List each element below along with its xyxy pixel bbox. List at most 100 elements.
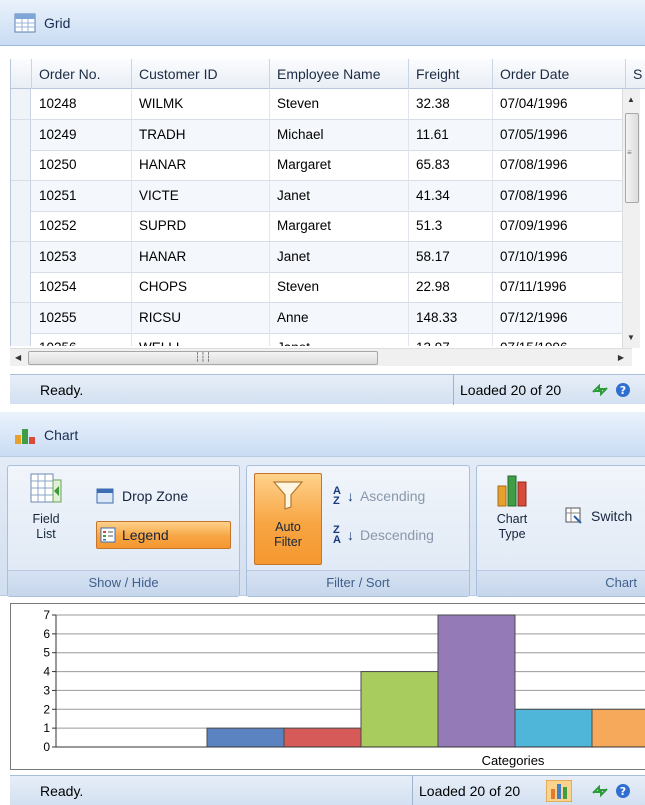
help-icon[interactable]: ?	[615, 382, 631, 398]
cell-order-no[interactable]: 10248	[32, 89, 132, 119]
cell-employee-name[interactable]: Janet	[270, 241, 409, 272]
cell-customer-id[interactable]: HANAR	[132, 241, 270, 272]
column-header-freight[interactable]: Freight	[409, 59, 493, 89]
cell-order-no[interactable]: 10256	[32, 333, 132, 346]
y-tick-label: 0	[43, 740, 50, 754]
vertical-scroll-thumb[interactable]	[625, 113, 639, 203]
bar[interactable]	[206, 727, 285, 748]
bar[interactable]	[437, 614, 516, 748]
column-header-order-date[interactable]: Order Date	[493, 59, 626, 89]
cell-employee-name[interactable]: Steven	[270, 272, 409, 302]
cell-freight[interactable]: 32.38	[409, 89, 493, 119]
cell-order-date[interactable]: 07/11/1996	[493, 272, 626, 302]
sort-ascending-button[interactable]: A Z ↓ Ascending	[333, 482, 425, 510]
field-list-button[interactable]: Field List	[16, 472, 76, 542]
cell-freight[interactable]: 65.83	[409, 150, 493, 180]
scroll-up-arrow-icon[interactable]: ▲	[627, 95, 635, 104]
row-selector[interactable]	[11, 180, 31, 211]
table-row[interactable]: 10250 HANAR Margaret 65.83 07/08/1996	[11, 150, 626, 181]
cell-customer-id[interactable]: VICTE	[132, 180, 270, 211]
cell-employee-name[interactable]: Margaret	[270, 150, 409, 180]
cell-order-no[interactable]: 10255	[32, 302, 132, 333]
table-row[interactable]: 10248 WILMK Steven 32.38 07/04/1996	[11, 89, 626, 120]
cell-order-date[interactable]: 07/09/1996	[493, 211, 626, 241]
row-selector[interactable]	[11, 272, 31, 302]
table-row[interactable]: 10252 SUPRD Margaret 51.3 07/09/1996	[11, 211, 626, 242]
x-axis-label: Categories	[482, 753, 545, 768]
table-row[interactable]: 10251 VICTE Janet 41.34 07/08/1996	[11, 180, 626, 212]
cell-customer-id[interactable]: HANAR	[132, 150, 270, 180]
refresh-icon[interactable]	[591, 382, 609, 398]
cell-freight[interactable]: 11.61	[409, 119, 493, 150]
horizontal-scroll-thumb[interactable]: ┆┆┆	[28, 351, 378, 365]
data-grid[interactable]: Order No. Customer ID Employee Name Frei…	[10, 59, 645, 346]
cell-order-no[interactable]: 10249	[32, 119, 132, 150]
legend-button[interactable]: Legend	[96, 521, 231, 549]
cell-customer-id[interactable]: WELLI	[132, 333, 270, 346]
cell-order-date[interactable]: 07/08/1996	[493, 150, 626, 180]
cell-customer-id[interactable]: TRADH	[132, 119, 270, 150]
row-selector[interactable]	[11, 150, 31, 180]
row-selector[interactable]	[11, 89, 31, 119]
cell-order-date[interactable]: 07/08/1996	[493, 180, 626, 211]
cell-order-date[interactable]: 07/10/1996	[493, 241, 626, 272]
row-selector[interactable]	[11, 241, 31, 272]
cell-order-no[interactable]: 10251	[32, 180, 132, 211]
cell-customer-id[interactable]: SUPRD	[132, 211, 270, 241]
column-header-partial[interactable]: S	[626, 59, 645, 89]
cell-order-date[interactable]: 07/04/1996	[493, 89, 626, 119]
cell-employee-name[interactable]: Janet	[270, 333, 409, 346]
cell-order-date[interactable]: 07/12/1996	[493, 302, 626, 333]
cell-employee-name[interactable]: Margaret	[270, 211, 409, 241]
column-header-employee-name[interactable]: Employee Name	[270, 59, 409, 89]
scroll-right-arrow-icon[interactable]: ▶	[618, 353, 624, 362]
vertical-scrollbar[interactable]: ▲ ≡ ▼	[622, 89, 640, 348]
cell-order-no[interactable]: 10252	[32, 211, 132, 241]
cell-freight[interactable]: 51.3	[409, 211, 493, 241]
row-selector[interactable]	[11, 302, 31, 333]
cell-customer-id[interactable]: CHOPS	[132, 272, 270, 302]
row-selector[interactable]	[11, 211, 31, 241]
bar[interactable]	[283, 727, 362, 748]
sort-descending-button[interactable]: Z A ↓ Descending	[333, 521, 434, 549]
chart-view-icon[interactable]	[546, 780, 572, 802]
row-selector[interactable]	[11, 333, 31, 346]
row-selector[interactable]	[11, 119, 31, 150]
cell-order-no[interactable]: 10250	[32, 150, 132, 180]
drop-zone-button[interactable]: Drop Zone	[96, 482, 188, 510]
cell-employee-name[interactable]: Anne	[270, 302, 409, 333]
help-icon[interactable]: ?	[615, 783, 631, 799]
table-row[interactable]: 10249 TRADH Michael 11.61 07/05/1996	[11, 119, 626, 151]
cell-employee-name[interactable]: Steven	[270, 89, 409, 119]
cell-freight[interactable]: 13.97	[409, 333, 493, 346]
cell-freight[interactable]: 148.33	[409, 302, 493, 333]
table-row[interactable]: 10255 RICSU Anne 148.33 07/12/1996	[11, 302, 626, 334]
scroll-grip-icon: ≡	[627, 148, 632, 157]
scroll-down-arrow-icon[interactable]: ▼	[627, 333, 635, 342]
column-header-customer-id[interactable]: Customer ID	[132, 59, 270, 89]
cell-order-no[interactable]: 10253	[32, 241, 132, 272]
cell-customer-id[interactable]: WILMK	[132, 89, 270, 119]
cell-employee-name[interactable]: Janet	[270, 180, 409, 211]
cell-freight[interactable]: 58.17	[409, 241, 493, 272]
bar[interactable]	[360, 671, 439, 748]
bar[interactable]	[591, 708, 645, 748]
table-row[interactable]: 10254 CHOPS Steven 22.98 07/11/1996	[11, 272, 626, 303]
cell-employee-name[interactable]: Michael	[270, 119, 409, 150]
column-header-order-no[interactable]: Order No.	[32, 59, 132, 89]
chart-type-button[interactable]: Chart Type	[487, 472, 537, 542]
cell-order-date[interactable]: 07/15/1996	[493, 333, 626, 346]
table-row[interactable]: 10256WELLIJanet13.9707/15/1996	[11, 333, 626, 346]
auto-filter-button[interactable]: Auto Filter	[254, 473, 322, 565]
cell-order-no[interactable]: 10254	[32, 272, 132, 302]
cell-freight[interactable]: 41.34	[409, 180, 493, 211]
cell-order-date[interactable]: 07/05/1996	[493, 119, 626, 150]
table-row[interactable]: 10253 HANAR Janet 58.17 07/10/1996	[11, 241, 626, 273]
bar[interactable]	[514, 708, 593, 748]
cell-customer-id[interactable]: RICSU	[132, 302, 270, 333]
switch-button[interactable]: Switch	[565, 502, 632, 530]
scroll-left-arrow-icon[interactable]: ◀	[15, 353, 21, 362]
refresh-icon[interactable]	[591, 783, 609, 799]
horizontal-scrollbar[interactable]: ◀ ┆┆┆ ▶	[10, 348, 632, 366]
cell-freight[interactable]: 22.98	[409, 272, 493, 302]
